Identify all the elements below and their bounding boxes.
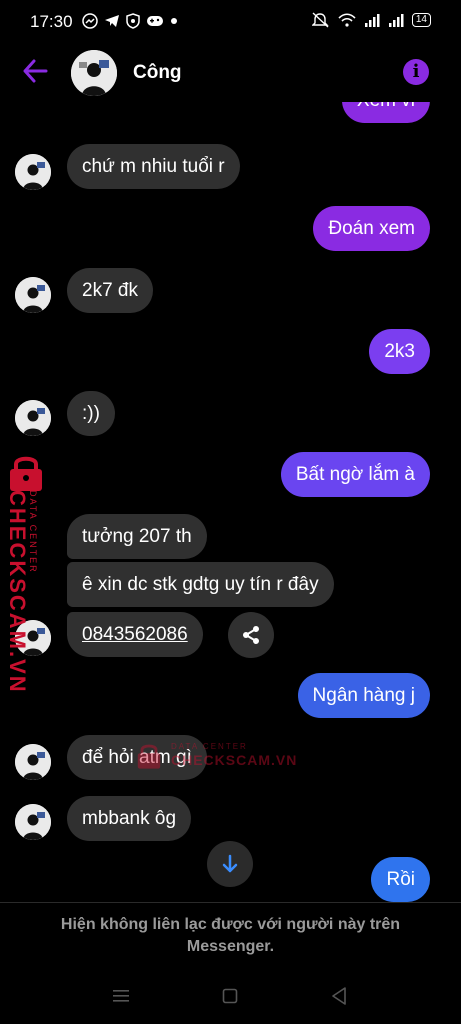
system-navigation-bar xyxy=(0,972,461,1024)
battery-icon: 14 xyxy=(411,13,431,27)
message-incoming[interactable]: mbbank ôg xyxy=(67,796,192,841)
phone-number-link[interactable]: 0843562086 xyxy=(82,624,188,645)
message-text: Ngân hàng j xyxy=(312,685,415,706)
status-time: 17:30 xyxy=(30,12,73,31)
conversation-header: Công i xyxy=(0,44,461,102)
watermark-text: CHECKSCAM.VN xyxy=(5,490,30,694)
contact-avatar[interactable] xyxy=(71,50,117,96)
message-incoming[interactable]: 2k7 đk xyxy=(67,268,153,313)
message-text: ê xin dc stk gdtg uy tín r đây xyxy=(82,574,319,595)
divider xyxy=(0,902,461,903)
message-text: chứ m nhiu tuổi r xyxy=(82,156,225,177)
message-text: tưởng 207 th xyxy=(82,526,192,547)
shield-icon xyxy=(126,13,140,29)
mute-icon xyxy=(311,12,329,28)
avatar[interactable] xyxy=(15,277,51,313)
status-bar: 17:30 14 xyxy=(0,0,461,44)
watermark-subtext: DATA CENTER xyxy=(171,742,248,751)
avatar-image xyxy=(15,804,51,840)
center-watermark: DATA CENTER CHECKSCAM.VN xyxy=(135,742,296,775)
message-outgoing[interactable]: Bất ngờ lắm à xyxy=(280,452,430,497)
signal-icon xyxy=(364,14,380,27)
watermark-subtext: DATA CENTER xyxy=(28,490,38,574)
telegram-icon xyxy=(105,15,119,27)
message-incoming[interactable]: 0843562086 xyxy=(67,612,203,657)
info-icon[interactable]: i xyxy=(403,59,429,85)
lock-watermark-icon xyxy=(10,456,42,491)
avatar[interactable] xyxy=(15,804,51,840)
message-outgoing[interactable]: 2k3 xyxy=(369,329,430,374)
avatar-image xyxy=(15,154,51,190)
avatar-image xyxy=(15,400,51,436)
message-outgoing[interactable]: Rồi xyxy=(371,857,430,902)
avatar[interactable] xyxy=(15,154,51,190)
avatar[interactable] xyxy=(15,400,51,436)
message-list[interactable]: Xem vi chứ m nhiu tuổi r Đoán xem 2k7 đk… xyxy=(0,100,461,902)
share-icon xyxy=(243,626,259,644)
contact-name[interactable]: Công xyxy=(133,62,182,84)
status-system-icons: 14 xyxy=(311,12,431,28)
message-incoming[interactable]: tưởng 207 th xyxy=(67,514,207,559)
dot-icon xyxy=(171,18,177,24)
message-incoming[interactable]: :)) xyxy=(67,391,115,436)
avatar-image xyxy=(15,744,51,780)
avatar-image xyxy=(71,50,117,96)
wifi-icon xyxy=(338,13,356,27)
message-text: Đoán xem xyxy=(328,218,415,239)
share-button[interactable] xyxy=(228,612,274,658)
unavailable-notice: Hiện không liên lạc được với người này t… xyxy=(60,916,401,955)
signal-icon xyxy=(388,14,404,27)
message-text: Rồi xyxy=(386,869,415,890)
message-text: mbbank ôg xyxy=(82,808,177,829)
message-text: 2k7 đk xyxy=(82,280,138,301)
message-outgoing[interactable]: Đoán xem xyxy=(313,206,430,251)
menu-icon[interactable] xyxy=(112,988,130,1004)
lock-watermark-icon xyxy=(137,744,161,769)
back-arrow-icon[interactable] xyxy=(22,58,48,84)
avatar[interactable] xyxy=(15,744,51,780)
avatar-image xyxy=(15,277,51,313)
message-outgoing[interactable]: Xem vi xyxy=(341,100,430,123)
message-incoming[interactable]: ê xin dc stk gdtg uy tín r đây xyxy=(67,562,334,607)
message-text: 2k3 xyxy=(384,341,415,362)
message-outgoing[interactable]: Ngân hàng j xyxy=(297,673,430,718)
status-notification-icons xyxy=(82,13,178,29)
home-square-icon[interactable] xyxy=(222,988,238,1004)
message-text: Bất ngờ lắm à xyxy=(295,464,415,485)
message-text: :)) xyxy=(82,403,100,424)
back-triangle-icon[interactable] xyxy=(331,987,347,1005)
message-incoming[interactable]: chứ m nhiu tuổi r xyxy=(67,144,240,189)
messenger-icon xyxy=(82,13,98,29)
arrow-down-icon xyxy=(222,854,238,873)
watermark-text: CHECKSCAM.VN xyxy=(171,752,298,768)
gamepad-icon xyxy=(147,16,163,26)
scroll-to-bottom-button[interactable] xyxy=(207,841,253,887)
